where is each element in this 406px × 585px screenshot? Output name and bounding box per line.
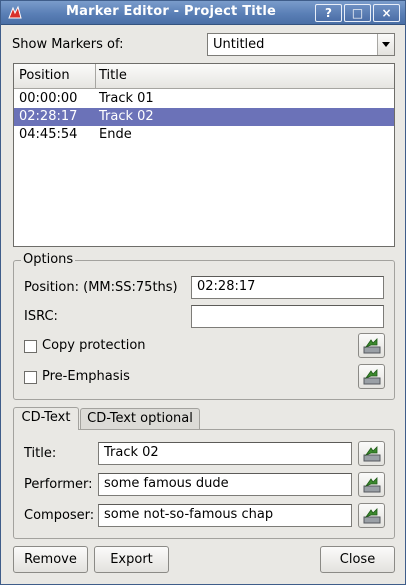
table-row-selected[interactable]: 02:28:17 Track 02 xyxy=(14,108,394,126)
window-title: Marker Editor - Project Title xyxy=(65,4,277,19)
marker-editor-window: Marker Editor - Project Title ? □ × Show… xyxy=(0,0,406,585)
apply-to-all-icon xyxy=(363,446,381,462)
show-markers-label: Show Markers of: xyxy=(12,37,124,52)
column-header-title[interactable]: Title xyxy=(96,64,394,88)
close-button[interactable]: Close xyxy=(320,546,395,573)
cdtext-performer-label: Performer: xyxy=(24,477,93,492)
cdtext-composer-label: Composer: xyxy=(24,508,95,523)
export-button[interactable]: Export xyxy=(94,546,169,573)
copy-protection-label[interactable]: Copy protection xyxy=(42,338,146,353)
table-row[interactable]: 04:45:54 Ende xyxy=(14,126,394,144)
maximize-button[interactable]: □ xyxy=(344,4,371,22)
position-label: Position: (MM:SS:75ths) xyxy=(24,280,178,295)
row-position: 02:28:17 xyxy=(19,109,78,124)
isrc-field[interactable] xyxy=(191,305,384,328)
help-button[interactable]: ? xyxy=(315,4,342,22)
position-field[interactable]: 02:28:17 xyxy=(191,276,384,299)
show-markers-combo[interactable]: Untitled xyxy=(207,33,395,56)
remove-button[interactable]: Remove xyxy=(13,546,88,573)
list-header: Position Title xyxy=(14,64,394,89)
apply-copy-protection-button[interactable] xyxy=(358,333,385,358)
isrc-label: ISRC: xyxy=(24,309,58,324)
copy-protection-checkbox[interactable] xyxy=(24,340,37,353)
app-icon xyxy=(8,5,22,19)
row-position: 00:00:00 xyxy=(19,91,78,106)
row-title: Track 02 xyxy=(99,109,154,124)
apply-composer-button[interactable] xyxy=(358,503,385,528)
column-header-position[interactable]: Position xyxy=(14,64,96,88)
apply-to-all-icon xyxy=(363,508,381,524)
cdtext-performer-field[interactable]: some famous dude xyxy=(98,473,352,496)
options-group-title: Options xyxy=(21,252,76,267)
cdtext-title-field[interactable]: Track 02 xyxy=(98,442,352,465)
apply-to-all-icon xyxy=(363,369,381,385)
table-row[interactable]: 00:00:00 Track 01 xyxy=(14,90,394,108)
apply-to-all-icon xyxy=(363,477,381,493)
apply-to-all-icon xyxy=(363,338,381,354)
pre-emphasis-checkbox[interactable] xyxy=(24,371,37,384)
close-window-button[interactable]: × xyxy=(373,4,400,22)
row-position: 04:45:54 xyxy=(19,127,78,142)
title-bar[interactable]: Marker Editor - Project Title ? □ × xyxy=(1,1,405,25)
row-title: Track 01 xyxy=(99,91,154,106)
tab-cd-text[interactable]: CD-Text xyxy=(13,407,79,430)
apply-pre-emphasis-button[interactable] xyxy=(358,364,385,389)
show-markers-value: Untitled xyxy=(213,37,265,52)
cdtext-composer-field[interactable]: some not-so-famous chap xyxy=(98,504,352,527)
cdtext-title-label: Title: xyxy=(24,446,57,461)
chevron-down-icon[interactable] xyxy=(377,34,394,55)
tab-cd-text-optional[interactable]: CD-Text optional xyxy=(80,408,200,430)
row-title: Ende xyxy=(99,127,132,142)
marker-list[interactable]: Position Title 00:00:00 Track 01 02:28:1… xyxy=(13,63,395,247)
pre-emphasis-label[interactable]: Pre-Emphasis xyxy=(42,369,130,384)
apply-performer-button[interactable] xyxy=(358,472,385,497)
apply-title-button[interactable] xyxy=(358,441,385,466)
